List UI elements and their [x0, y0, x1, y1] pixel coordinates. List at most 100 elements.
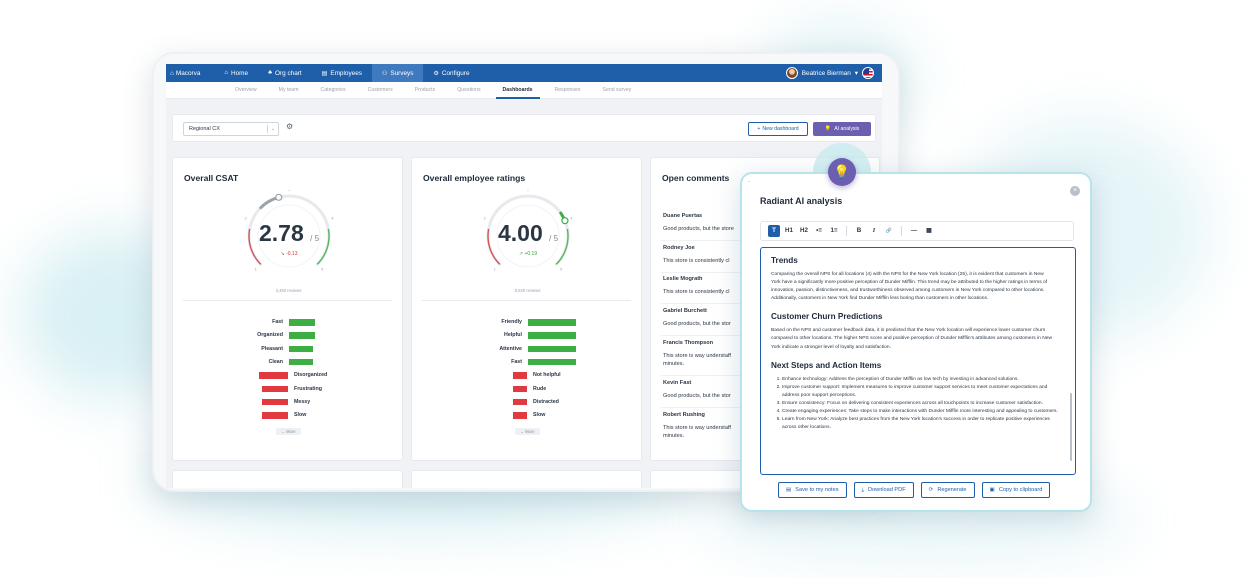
list-item: Enhance technology: Address the percepti… [782, 376, 1061, 384]
horizontal-rule-icon[interactable]: — [908, 225, 920, 237]
negative-word-bar [512, 412, 527, 419]
more-button[interactable]: ⌄ More [412, 428, 643, 435]
numbered-list-icon[interactable]: 1≡ [828, 225, 840, 237]
dashboard-select[interactable]: Regional CX ⌄ [183, 122, 279, 136]
word-label: Fast [511, 358, 522, 365]
home-icon: ⌂ [224, 70, 229, 76]
negative-word-row[interactable]: Messy [173, 398, 404, 408]
card-title: Overall employee ratings [423, 173, 526, 183]
subnav-categories[interactable]: Categories [310, 82, 357, 99]
word-label: Slow [533, 412, 546, 419]
csat-gauge: 12345 2.78 / 5 ↘ -0.13 [235, 187, 343, 280]
word-label: Messy [294, 398, 311, 405]
positive-word-bar [289, 332, 316, 339]
negative-word-bar [261, 412, 288, 419]
analysis-editor[interactable]: Trends Comparing the overall NPS for all… [760, 247, 1076, 475]
negative-word-row[interactable]: Distracted [412, 398, 643, 408]
negative-word-row[interactable]: Rude [412, 385, 643, 395]
bold-icon[interactable]: B [853, 225, 865, 237]
dashboard-select-value: Regional CX [189, 126, 220, 132]
panel-dot: · [748, 179, 750, 185]
heading1-icon[interactable]: H1 [783, 225, 795, 237]
user-name: Beatrice Bierman [801, 69, 851, 77]
select-divider [267, 125, 268, 133]
negative-word-bar [512, 398, 527, 406]
us-flag-icon[interactable] [862, 67, 874, 79]
toolbar-divider [846, 226, 847, 236]
chevron-down-icon: ⌄ [270, 126, 275, 132]
section-heading-churn: Customer Churn Predictions [771, 312, 883, 322]
bullet-list-icon[interactable]: •≡ [813, 225, 825, 237]
positive-word-bar [289, 345, 313, 353]
negative-word-row[interactable]: Frustrating [173, 385, 404, 395]
copy-to-clipboard-button[interactable]: ▣ Copy to clipboard [981, 482, 1051, 498]
list-item: Ensure consistency: Focus on delivering … [782, 400, 1061, 408]
plus-icon: + [757, 126, 761, 132]
positive-word-bar [289, 319, 316, 326]
csat-gauge-tick-label: 3 [288, 190, 291, 192]
link-icon[interactable]: 🔗 [883, 225, 895, 237]
positive-word-row[interactable]: Fast [173, 318, 404, 328]
positive-word-row[interactable]: Clean [173, 358, 404, 368]
positive-word-row[interactable]: Friendly [412, 318, 643, 328]
trend-down-icon: ↘ [280, 251, 285, 257]
list-item: Create engaging experiences: Take steps … [782, 408, 1061, 416]
brand-logo[interactable]: ⌂ Macorva [170, 70, 200, 77]
positive-word-bar [528, 332, 576, 339]
regenerate-label: Regenerate [937, 487, 967, 493]
subnav-products[interactable]: Products [404, 82, 446, 99]
subnav-dashboards[interactable]: Dashboards [492, 82, 544, 99]
user-menu[interactable]: Beatrice Bierman ▾ [785, 67, 882, 79]
word-label: Not helpful [533, 372, 561, 379]
divider [422, 300, 631, 301]
lightbulb-icon[interactable]: 💡 [828, 158, 856, 186]
subnav-overview[interactable]: Overview [224, 82, 268, 99]
toolbar-divider [901, 226, 902, 236]
divider [183, 300, 392, 301]
editor-scrollbar[interactable] [1069, 393, 1072, 461]
nav-configure[interactable]: ⚙ Configure [423, 64, 479, 82]
more-button[interactable]: ⌄ More [173, 428, 404, 435]
save-to-notes-label: Save to my notes [795, 487, 839, 493]
employee-gauge-tick-label: 1 [494, 267, 497, 272]
nav-employees[interactable]: ▤ Employees [312, 64, 372, 82]
close-icon[interactable]: × [1070, 186, 1080, 196]
subnav-send-survey[interactable]: Send survey [591, 82, 642, 99]
heading2-icon[interactable]: H2 [798, 225, 810, 237]
regenerate-button[interactable]: ⟳ Regenerate [920, 482, 975, 498]
nav-configure-label: Configure [441, 69, 470, 77]
word-label: Fast [272, 319, 283, 325]
gear-icon[interactable]: ⚙ [286, 122, 293, 131]
section-heading-trends: Trends [771, 256, 798, 265]
employee-gauge-tick-label: 5 [560, 267, 563, 272]
employee-score: 4.00 / 5 [474, 220, 582, 247]
positive-word-row[interactable]: Helpful [412, 331, 643, 341]
regenerate-icon: ⟳ [928, 487, 934, 493]
save-to-notes-button[interactable]: ▤ Save to my notes [778, 482, 847, 498]
negative-word-row[interactable]: Slow [412, 411, 643, 421]
negative-word-row[interactable]: Disorganized [173, 371, 404, 381]
table-icon[interactable]: ▦ [923, 225, 935, 237]
subnav-my-team[interactable]: My team [268, 82, 310, 99]
ai-analysis-button[interactable]: 💡 AI analysis [813, 122, 871, 136]
next-row-card [172, 470, 403, 488]
negative-word-row[interactable]: Not helpful [412, 371, 643, 381]
new-dashboard-button[interactable]: + New dashboard [748, 122, 808, 136]
paragraph-text-icon[interactable]: T [768, 225, 780, 237]
employee-gauge-tick-label: 3 [527, 190, 530, 192]
positive-word-row[interactable]: Pleasant [173, 345, 404, 355]
download-pdf-button[interactable]: ⤓ Download PDF [853, 482, 914, 498]
positive-word-row[interactable]: Attentive [412, 345, 643, 355]
nav-surveys[interactable]: ⚇ Surveys [371, 64, 424, 82]
subnav-customers[interactable]: Customers [357, 82, 404, 99]
nav-home[interactable]: ⌂ Home [214, 64, 258, 82]
subnav-responses[interactable]: Responses [544, 82, 592, 99]
word-label: Distracted [533, 398, 559, 405]
next-steps-list: Enhance technology: Address the percepti… [771, 376, 1061, 433]
positive-word-row[interactable]: Fast [412, 358, 643, 368]
negative-word-row[interactable]: Slow [173, 411, 404, 421]
positive-word-row[interactable]: Organized [173, 331, 404, 341]
subnav-questions[interactable]: Questions [446, 82, 491, 99]
italic-icon[interactable]: I [868, 225, 880, 237]
nav-org-chart[interactable]: ♣ Org chart [258, 64, 312, 82]
